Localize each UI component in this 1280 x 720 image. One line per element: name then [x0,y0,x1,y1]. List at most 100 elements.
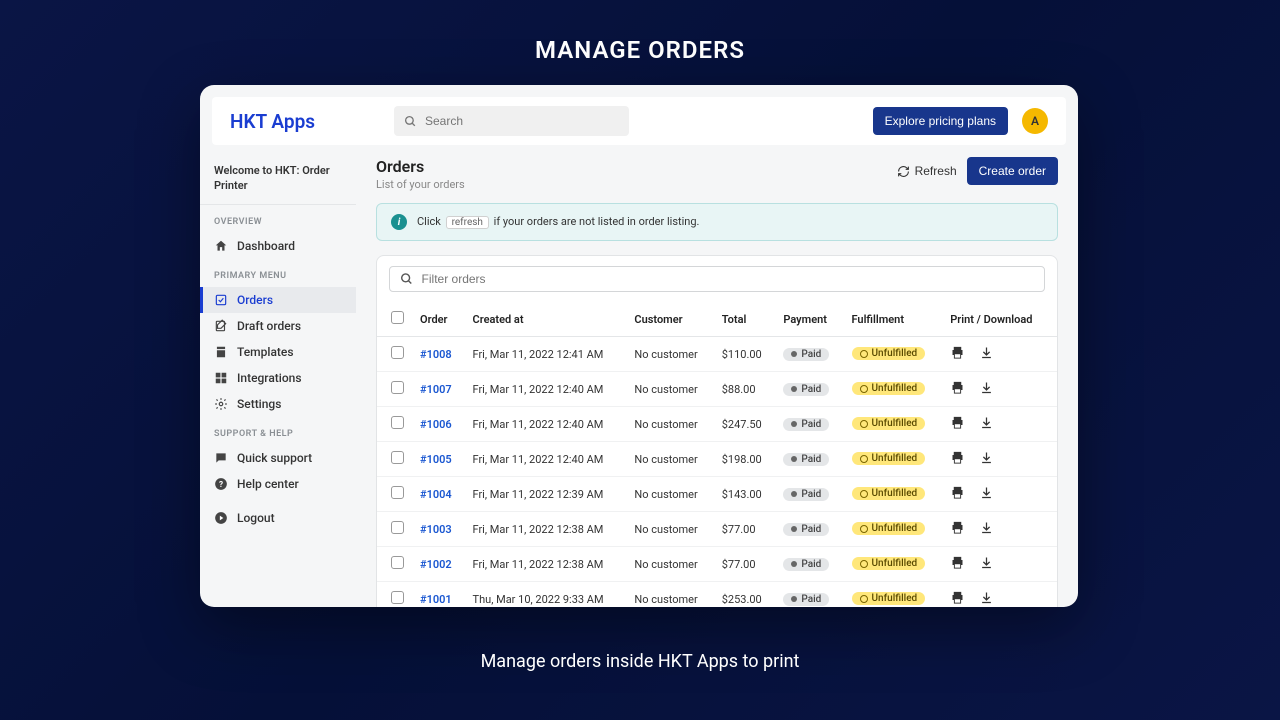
sidebar-item-logout[interactable]: Logout [200,505,356,531]
order-link[interactable]: #1005 [420,453,452,466]
row-checkbox[interactable] [391,486,404,499]
row-checkbox[interactable] [391,346,404,359]
cell-customer: No customer [626,337,713,372]
page-subtitle: List of your orders [376,178,465,191]
cell-total: $198.00 [714,442,776,477]
print-icon[interactable] [950,485,965,503]
cell-created: Fri, Mar 11, 2022 12:38 AM [465,512,627,547]
download-icon[interactable] [979,520,994,538]
cell-created: Thu, Mar 10, 2022 9:33 AM [465,582,627,608]
print-icon[interactable] [950,415,965,433]
download-icon[interactable] [979,555,994,573]
row-checkbox[interactable] [391,381,404,394]
integrations-icon [214,371,228,385]
content: Orders List of your orders Refresh Creat… [356,145,1078,607]
filter-input[interactable] [422,272,1034,286]
download-icon[interactable] [979,450,994,468]
refresh-icon [897,165,910,178]
order-link[interactable]: #1002 [420,558,452,571]
section-overview: OVERVIEW [200,205,356,233]
cell-total: $77.00 [714,547,776,582]
draft-icon [214,319,228,333]
sidebar-item-dashboard[interactable]: Dashboard [200,233,356,259]
sidebar-item-templates[interactable]: Templates [200,339,356,365]
print-icon[interactable] [950,555,965,573]
cell-total: $143.00 [714,477,776,512]
sidebar-item-draft-orders[interactable]: Draft orders [200,313,356,339]
hero-subtitle: Manage orders inside HKT Apps to print [0,651,1280,672]
table-row: #1002Fri, Mar 11, 2022 12:38 AMNo custom… [377,547,1057,582]
sidebar-item-orders[interactable]: Orders [200,287,356,313]
cell-total: $247.50 [714,407,776,442]
order-link[interactable]: #1001 [420,593,452,606]
order-link[interactable]: #1003 [420,523,452,536]
search-input[interactable] [425,114,619,128]
order-link[interactable]: #1007 [420,383,452,396]
info-icon: i [391,214,407,230]
fulfillment-badge: Unfulfilled [852,452,926,465]
download-icon[interactable] [979,345,994,363]
cell-created: Fri, Mar 11, 2022 12:41 AM [465,337,627,372]
download-icon[interactable] [979,380,994,398]
page-header: Orders List of your orders Refresh Creat… [376,157,1058,191]
row-checkbox[interactable] [391,521,404,534]
cell-total: $253.00 [714,582,776,608]
search-icon [400,272,414,286]
fulfillment-badge: Unfulfilled [852,592,926,605]
payment-badge: Paid [783,348,829,361]
payment-badge: Paid [783,453,829,466]
print-icon[interactable] [950,345,965,363]
search-wrap[interactable] [394,106,629,136]
svg-text:?: ? [219,479,223,489]
hero-title: MANAGE ORDERS [0,0,1280,64]
row-checkbox[interactable] [391,556,404,569]
cell-created: Fri, Mar 11, 2022 12:40 AM [465,442,627,477]
cell-total: $77.00 [714,512,776,547]
download-icon[interactable] [979,590,994,607]
order-link[interactable]: #1004 [420,488,452,501]
orders-card: Order Created at Customer Total Payment … [376,255,1058,607]
print-icon[interactable] [950,450,965,468]
fulfillment-badge: Unfulfilled [852,522,926,535]
welcome-text: Welcome to HKT: Order Printer [200,155,356,205]
sidebar-item-label: Dashboard [237,239,295,253]
row-checkbox[interactable] [391,591,404,604]
cell-total: $110.00 [714,337,776,372]
select-all-checkbox[interactable] [391,311,404,324]
table-row: #1005Fri, Mar 11, 2022 12:40 AMNo custom… [377,442,1057,477]
fulfillment-badge: Unfulfilled [852,557,926,570]
refresh-button[interactable]: Refresh [897,164,957,178]
explore-pricing-button[interactable]: Explore pricing plans [873,107,1008,135]
cell-customer: No customer [626,547,713,582]
section-support: SUPPORT & HELP [200,417,356,445]
download-icon[interactable] [979,485,994,503]
row-checkbox[interactable] [391,416,404,429]
order-link[interactable]: #1006 [420,418,452,431]
banner-text: Click refresh if your orders are not lis… [417,215,699,229]
order-link[interactable]: #1008 [420,348,452,361]
sidebar-item-label: Settings [237,397,281,411]
fulfillment-badge: Unfulfilled [852,417,926,430]
sidebar-item-quick-support[interactable]: Quick support [200,445,356,471]
cell-created: Fri, Mar 11, 2022 12:40 AM [465,372,627,407]
refresh-label: Refresh [915,164,957,178]
print-icon[interactable] [950,520,965,538]
print-icon[interactable] [950,590,965,607]
payment-badge: Paid [783,558,829,571]
col-actions: Print / Download [942,302,1057,337]
download-icon[interactable] [979,415,994,433]
sidebar-item-help-center[interactable]: ? Help center [200,471,356,497]
sidebar-item-label: Orders [237,293,273,307]
cell-customer: No customer [626,512,713,547]
filter-input-wrap[interactable] [389,266,1045,292]
avatar[interactable]: A [1022,108,1048,134]
table-row: #1003 Fri, Mar 11, 2022 12:38 AMNo custom… [377,512,1057,547]
print-icon[interactable] [950,380,965,398]
row-checkbox[interactable] [391,451,404,464]
create-order-button[interactable]: Create order [967,157,1058,185]
sidebar-item-label: Draft orders [237,319,301,333]
sidebar-item-label: Quick support [237,451,312,465]
sidebar-item-settings[interactable]: Settings [200,391,356,417]
sidebar-item-integrations[interactable]: Integrations [200,365,356,391]
payment-badge: Paid [783,488,829,501]
